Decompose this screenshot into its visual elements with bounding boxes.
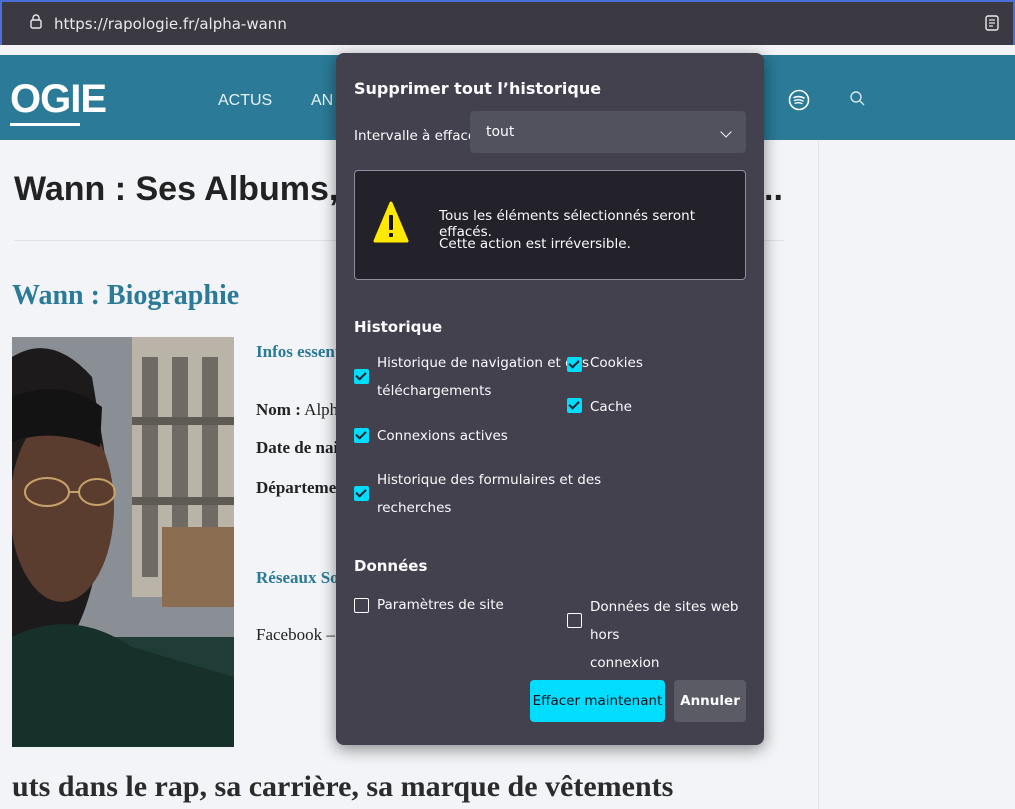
url-text[interactable]: https://rapologie.fr/alpha-wann xyxy=(54,15,287,33)
time-range-value: tout xyxy=(486,124,515,140)
clear-now-button[interactable]: Effacer maintenant xyxy=(530,680,665,722)
cookies-checkbox[interactable] xyxy=(567,357,582,372)
warning-icon xyxy=(373,201,409,243)
site-logo[interactable]: OGIE xyxy=(10,77,107,126)
lock-icon xyxy=(30,14,42,29)
logo-text: OGIE xyxy=(10,77,107,121)
site-settings-label[interactable]: Paramètres de site xyxy=(377,591,504,619)
browsing-history-checkbox[interactable] xyxy=(354,369,369,384)
search-icon[interactable] xyxy=(848,89,868,109)
url-bar[interactable]: https://rapologie.fr/alpha-wann xyxy=(0,0,1015,45)
sidebar-border xyxy=(818,140,819,809)
biography-heading: Wann : Biographie xyxy=(12,280,240,311)
nom-value: Alph xyxy=(304,400,339,419)
facebook-link[interactable]: Facebook – xyxy=(256,625,335,645)
active-connections-checkbox[interactable] xyxy=(354,428,369,443)
dialog-title: Supprimer tout l’historique xyxy=(354,79,602,98)
date-label: Date de nai xyxy=(256,438,339,457)
history-heading: Historique xyxy=(354,318,443,336)
article-title-ellipsis: .. xyxy=(764,170,783,208)
reader-view-icon[interactable] xyxy=(983,14,1001,32)
warning-line-2: Cette action est irréversible. xyxy=(439,236,631,252)
cache-checkbox[interactable] xyxy=(567,398,582,413)
time-range-select[interactable]: tout xyxy=(470,111,746,153)
cache-label[interactable]: Cache xyxy=(590,393,632,421)
article-title: Wann : Ses Albums, xyxy=(14,170,339,208)
form-history-checkbox[interactable] xyxy=(354,486,369,501)
active-connections-label[interactable]: Connexions actives xyxy=(377,422,508,450)
warning-box: Tous les éléments sélectionnés seront ef… xyxy=(354,170,746,280)
logo-underline xyxy=(10,123,80,126)
offline-data-label[interactable]: Données de sites web hors connexion xyxy=(590,593,764,677)
offline-data-checkbox[interactable] xyxy=(567,613,582,628)
section-heading: uts dans le rap, sa carrière, sa marque … xyxy=(12,770,674,803)
browsing-history-label[interactable]: Historique de navigation et des téléchar… xyxy=(377,349,589,405)
nav-item-actus[interactable]: ACTUS xyxy=(218,92,272,110)
data-heading: Données xyxy=(354,557,428,575)
cancel-button[interactable]: Annuler xyxy=(674,680,746,722)
nom-label: Nom : xyxy=(256,400,301,419)
cookies-label[interactable]: Cookies xyxy=(590,349,643,377)
form-history-label[interactable]: Historique des formulaires et des recher… xyxy=(377,466,601,522)
artist-photo xyxy=(12,337,234,747)
spotify-icon[interactable] xyxy=(788,89,810,111)
nav-item-analyses[interactable]: AN xyxy=(311,92,333,110)
infos-label: Infos essent xyxy=(256,342,341,361)
chevron-down-icon xyxy=(720,126,732,138)
reseaux-label: Réseaux So xyxy=(256,568,339,587)
clear-history-dialog: Supprimer tout l’historique Intervalle à… xyxy=(336,53,764,745)
site-settings-checkbox[interactable] xyxy=(354,598,369,613)
departement-label: Départeme xyxy=(256,478,337,497)
nom-row: Nom : Alph xyxy=(256,400,338,420)
